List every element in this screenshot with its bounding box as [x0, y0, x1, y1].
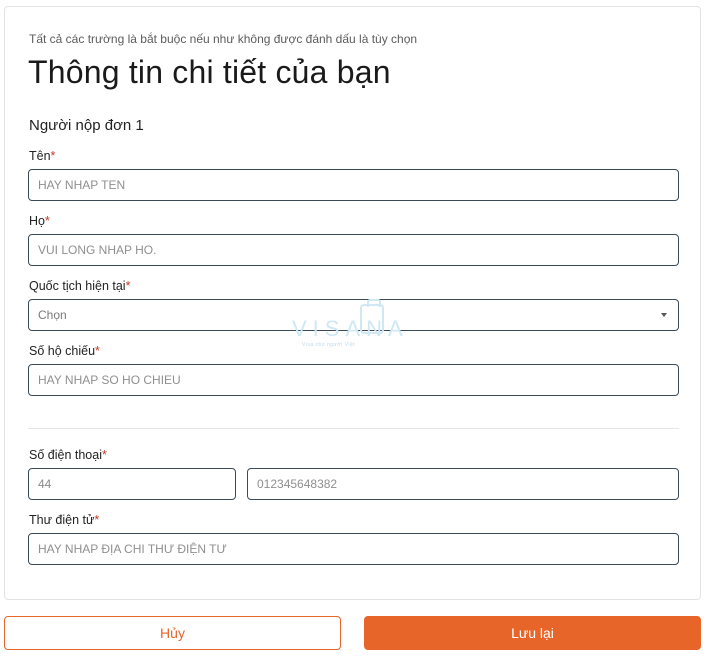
required-mark: *: [50, 149, 56, 163]
nationality-selected-value: Chọn: [38, 308, 67, 322]
email-label: Thư điện tử*: [29, 513, 100, 527]
section-divider: [28, 428, 679, 429]
page-title: Thông tin chi tiết của bạn: [28, 54, 391, 90]
email-input[interactable]: [28, 533, 679, 565]
required-mark: *: [94, 513, 100, 527]
required-mark: *: [95, 344, 100, 358]
required-mark: *: [101, 448, 107, 462]
required-mark: *: [44, 214, 50, 228]
nationality-label: Quốc tịch hiện tại*: [29, 279, 131, 293]
passport-label: Số hộ chiếu*: [29, 344, 100, 358]
last-name-input[interactable]: [28, 234, 679, 266]
first-name-label: Tên*: [29, 149, 56, 163]
save-button[interactable]: Lưu lại: [364, 616, 701, 650]
cancel-button[interactable]: Hủy: [4, 616, 341, 650]
form-card: Tất cả các trường là bắt buộc nếu như kh…: [4, 6, 701, 600]
first-name-input[interactable]: [28, 169, 679, 201]
required-note: Tất cả các trường là bắt buộc nếu như kh…: [29, 32, 418, 46]
last-name-label: Họ*: [29, 214, 50, 228]
nationality-select[interactable]: Chọn: [28, 299, 679, 331]
required-mark: *: [125, 279, 131, 293]
phone-country-code-input[interactable]: [28, 468, 236, 500]
phone-label: Số điện thoại*: [29, 448, 107, 462]
passport-input[interactable]: [28, 364, 679, 396]
applicant-heading: Người nộp đơn 1: [29, 117, 144, 134]
phone-number-input[interactable]: [247, 468, 679, 500]
caret-down-icon: [661, 313, 667, 317]
